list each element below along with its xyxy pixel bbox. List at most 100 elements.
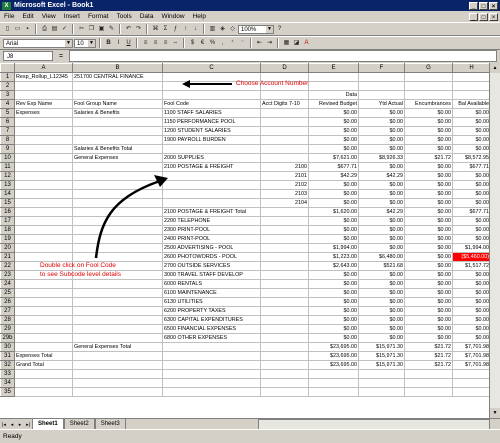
cell[interactable] — [14, 342, 73, 352]
cell[interactable] — [14, 117, 73, 127]
cell[interactable]: 6800 OTHER EXPENSES — [162, 333, 261, 343]
cell[interactable] — [260, 297, 309, 307]
cell[interactable]: $0.00 — [308, 234, 359, 244]
row-header[interactable]: 22 — [0, 261, 15, 271]
cell[interactable] — [260, 279, 309, 289]
cell[interactable]: $0.00 — [404, 279, 453, 289]
row-header[interactable]: 25 — [0, 288, 15, 298]
cell[interactable]: $0.00 — [404, 162, 453, 172]
cell[interactable]: 2101 — [260, 171, 309, 181]
cell[interactable] — [260, 333, 309, 343]
cell[interactable] — [14, 279, 73, 289]
cell[interactable] — [14, 144, 73, 154]
italic-icon[interactable]: I — [114, 39, 123, 48]
cell[interactable]: $0.00 — [358, 333, 405, 343]
scroll-down-icon[interactable]: ▼ — [490, 408, 500, 418]
cell[interactable] — [162, 171, 261, 181]
cell[interactable]: $0.00 — [452, 288, 491, 298]
cell[interactable]: $0.00 — [358, 306, 405, 316]
menu-file[interactable]: File — [0, 13, 18, 20]
cell[interactable]: $15,971.30 — [358, 342, 405, 352]
cell[interactable]: $0.00 — [404, 225, 453, 235]
currency-icon[interactable]: $ — [188, 39, 197, 48]
row-header[interactable]: 12 — [0, 171, 15, 181]
menu-help[interactable]: Help — [189, 13, 210, 20]
equals-icon[interactable]: = — [56, 53, 66, 60]
row-header[interactable]: 20 — [0, 243, 15, 253]
cell[interactable]: $521.68 — [358, 261, 405, 271]
cell[interactable]: Grand Total — [14, 360, 73, 370]
cell[interactable] — [404, 369, 453, 379]
spreadsheet-grid[interactable]: A B C D E F G H 1 Resp_Rollup_L12345 25170… — [0, 63, 500, 418]
cell[interactable]: Ytd Actual — [358, 99, 405, 109]
cell[interactable]: 2700 OUTSIDE SERVICES — [162, 261, 261, 271]
cell[interactable]: Rev Exp Name — [14, 99, 73, 109]
cell[interactable] — [260, 144, 309, 154]
row-header[interactable]: 3 — [0, 90, 15, 100]
cell[interactable]: $0.00 — [452, 117, 491, 127]
cell[interactable]: $0.00 — [308, 216, 359, 226]
cell[interactable] — [14, 90, 73, 100]
cell[interactable] — [14, 387, 73, 397]
cell[interactable]: $0.00 — [358, 162, 405, 172]
cell[interactable] — [452, 369, 491, 379]
cell[interactable]: $0.00 — [404, 144, 453, 154]
cell[interactable] — [72, 225, 163, 235]
row-header[interactable]: 10 — [0, 153, 15, 163]
cell[interactable]: $0.00 — [358, 315, 405, 325]
help-icon[interactable]: ? — [275, 25, 284, 34]
copy-icon[interactable]: ❐ — [87, 25, 96, 34]
cell[interactable] — [358, 369, 405, 379]
cell[interactable] — [260, 360, 309, 370]
align-left-icon[interactable]: ≡ — [141, 39, 150, 48]
cell[interactable] — [72, 126, 163, 136]
cell[interactable]: $0.00 — [358, 279, 405, 289]
column-header[interactable]: C — [162, 63, 261, 73]
cell[interactable] — [260, 315, 309, 325]
cell[interactable] — [72, 162, 163, 172]
cell[interactable]: 2100 POSTAGE & FREIGHT — [162, 162, 261, 172]
next-sheet-icon[interactable]: ▸ — [16, 422, 24, 428]
cell[interactable]: Revised Budget — [308, 99, 359, 109]
cell[interactable] — [162, 189, 261, 199]
cell[interactable]: $0.00 — [358, 225, 405, 235]
sort-asc-icon[interactable]: ↑ — [181, 25, 190, 34]
drawing-icon[interactable]: ◇ — [228, 25, 237, 34]
map-icon[interactable]: ◈ — [218, 25, 227, 34]
cell[interactable]: $0.00 — [358, 243, 405, 253]
cell[interactable] — [404, 72, 453, 82]
cell[interactable]: $0.00 — [452, 324, 491, 334]
cell[interactable]: $0.00 — [452, 171, 491, 181]
undo-icon[interactable]: ↶ — [124, 25, 133, 34]
cell[interactable] — [14, 378, 73, 388]
cell[interactable]: $15,971.30 — [358, 360, 405, 370]
cell[interactable]: $0.00 — [308, 144, 359, 154]
cell[interactable]: $0.00 — [404, 252, 453, 262]
cell[interactable] — [14, 315, 73, 325]
row-header[interactable]: 8 — [0, 135, 15, 145]
cell[interactable]: 6130 UTILITIES — [162, 297, 261, 307]
cell[interactable] — [260, 378, 309, 388]
cell[interactable]: $1,994.00 — [308, 243, 359, 253]
formula-input[interactable] — [69, 50, 497, 62]
cell[interactable]: 2100 — [260, 162, 309, 172]
fill-color-icon[interactable]: ◪ — [292, 39, 301, 48]
cell[interactable] — [72, 324, 163, 334]
cell[interactable]: $0.00 — [308, 297, 359, 307]
cell[interactable]: $0.00 — [404, 288, 453, 298]
cell[interactable]: $15,971.30 — [358, 351, 405, 361]
cell[interactable] — [72, 297, 163, 307]
cell[interactable]: $0.00 — [404, 234, 453, 244]
cell[interactable] — [404, 378, 453, 388]
row-header[interactable]: 29 — [0, 324, 15, 334]
cell[interactable] — [72, 279, 163, 289]
cell[interactable]: $0.00 — [308, 180, 359, 190]
cell[interactable]: $0.00 — [452, 126, 491, 136]
chart-wizard-icon[interactable]: ▥ — [208, 25, 217, 34]
cell[interactable]: $0.00 — [404, 198, 453, 208]
cell[interactable]: $42.29 — [358, 171, 405, 181]
cell[interactable] — [14, 81, 73, 91]
cell[interactable] — [14, 225, 73, 235]
cell[interactable]: $0.00 — [452, 189, 491, 199]
cell[interactable]: $6,480.00 — [358, 252, 405, 262]
